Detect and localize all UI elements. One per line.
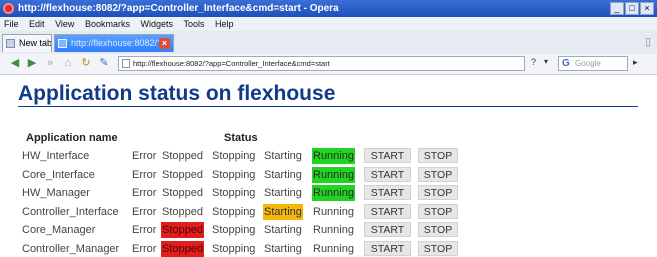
reload-icon[interactable]: ↻ — [79, 56, 93, 71]
menu-widgets[interactable]: Widgets — [136, 17, 177, 31]
status-running: Running — [312, 148, 355, 164]
app-name: HW_Interface — [22, 150, 90, 162]
status-error: Error — [132, 242, 157, 255]
tab-new[interactable]: New tab — [2, 34, 52, 52]
chevron-down-icon[interactable]: ▾ — [544, 57, 548, 66]
page-icon — [6, 39, 15, 48]
status-stopped: Stopped — [161, 240, 204, 257]
status-running: Running — [312, 166, 355, 183]
app-name: Controller_Interface — [22, 205, 119, 218]
window-title-bar: http://flexhouse:8082/?app=Controller_In… — [0, 0, 657, 17]
menu-bar: File Edit View Bookmarks Widgets Tools H… — [0, 17, 657, 31]
address-url: http://flexhouse:8082/?app=Controller_In… — [133, 59, 330, 68]
start-button[interactable]: START — [364, 222, 411, 237]
page-content: Application status on flexhouse Applicat… — [0, 75, 657, 257]
stop-button[interactable]: STOP — [418, 166, 458, 182]
google-icon: G — [562, 58, 570, 69]
stop-button[interactable]: STOP — [418, 148, 458, 163]
menu-view[interactable]: View — [51, 17, 78, 31]
status-stopping: Stopping — [212, 205, 256, 218]
tab-label: New tab — [19, 38, 52, 48]
start-button[interactable]: START — [364, 240, 411, 256]
column-header-status: Status — [224, 132, 258, 144]
maximize-button[interactable]: □ — [625, 2, 639, 15]
status-error: Error — [132, 224, 157, 236]
navigation-bar: ◀ ▶ » ⌂ ↻ ✎ http://flexhouse:8082/?app=C… — [0, 54, 657, 75]
close-button[interactable]: × — [640, 2, 654, 15]
opera-logo-icon — [3, 3, 14, 14]
start-button[interactable]: START — [364, 203, 411, 219]
tab-label: http://flexhouse:8082/?... — [71, 38, 170, 48]
status-stopped: Stopped — [162, 187, 203, 199]
edit-icon[interactable]: ✎ — [97, 56, 111, 71]
tab-active[interactable]: http://flexhouse:8082/?... × — [54, 34, 174, 52]
status-error: Error — [132, 187, 157, 199]
status-stopping: Stopping — [212, 168, 256, 181]
status-running: Running — [313, 242, 354, 255]
table-row: Controller_Manager Error Stopped Stopping St… — [0, 240, 657, 257]
table-row: HW_Interface Error Stopped Stopping Starting… — [0, 148, 657, 164]
status-stopped: Stopped — [162, 150, 203, 162]
page-icon — [122, 59, 130, 68]
status-stopping: Stopping — [212, 224, 256, 236]
menu-help[interactable]: Help — [211, 17, 238, 31]
stop-button[interactable]: STOP — [418, 240, 458, 256]
table-row: Core_Interface Error Stopped Stopping Starti… — [0, 166, 657, 183]
status-running: Running — [312, 185, 355, 201]
status-starting: Starting — [263, 203, 303, 220]
address-bar[interactable]: http://flexhouse:8082/?app=Controller_In… — [118, 56, 525, 71]
status-stopping: Stopping — [212, 150, 256, 162]
tab-bar: New tab http://flexhouse:8082/?... × ▯ — [0, 31, 657, 55]
start-button[interactable]: START — [364, 148, 411, 163]
start-button[interactable]: START — [364, 166, 411, 182]
status-stopped: Stopped — [161, 222, 204, 238]
status-running: Running — [313, 224, 354, 236]
start-button[interactable]: START — [364, 185, 411, 200]
page-title: Application status on flexhouse — [18, 82, 336, 105]
stop-button[interactable]: STOP — [418, 203, 458, 219]
close-tab-icon[interactable]: × — [159, 38, 170, 49]
stop-button[interactable]: STOP — [418, 185, 458, 200]
trash-icon[interactable]: ▯ — [645, 35, 651, 48]
status-starting: Starting — [264, 187, 302, 199]
status-starting: Starting — [264, 150, 302, 162]
home-icon[interactable]: ⌂ — [61, 56, 75, 71]
status-stopping: Stopping — [212, 242, 256, 255]
title-divider — [18, 106, 638, 107]
status-error: Error — [132, 150, 157, 162]
forward-icon[interactable]: ▶ — [25, 56, 39, 71]
app-name: Core_Interface — [22, 168, 95, 181]
status-stopping: Stopping — [212, 187, 256, 199]
app-name: HW_Manager — [22, 187, 90, 199]
minimize-button[interactable]: _ — [610, 2, 624, 15]
table-row: Core_Manager Error Stopped Stopping Starting… — [0, 222, 657, 238]
status-starting: Starting — [264, 224, 302, 236]
column-header-name: Application name — [26, 132, 118, 144]
status-error: Error — [132, 168, 157, 181]
table-row: Controller_Interface Error Stopped Stopping… — [0, 203, 657, 220]
search-input[interactable]: G Google — [558, 56, 628, 71]
status-stopped: Stopped — [162, 168, 203, 181]
menu-edit[interactable]: Edit — [25, 17, 49, 31]
status-starting: Starting — [264, 168, 302, 181]
app-name: Controller_Manager — [22, 242, 120, 255]
status-error: Error — [132, 205, 157, 218]
window-title: http://flexhouse:8082/?app=Controller_In… — [18, 3, 339, 14]
help-icon[interactable]: ? — [531, 57, 536, 67]
status-starting: Starting — [264, 242, 302, 255]
menu-file[interactable]: File — [0, 17, 23, 31]
app-name: Core_Manager — [22, 224, 96, 236]
fast-forward-icon[interactable]: » — [43, 56, 57, 71]
status-stopped: Stopped — [162, 205, 203, 218]
table-row: HW_Manager Error Stopped Stopping Starting Ru… — [0, 185, 657, 201]
status-running: Running — [313, 205, 354, 218]
menu-bookmarks[interactable]: Bookmarks — [81, 17, 134, 31]
search-go-icon[interactable]: ▸ — [633, 57, 638, 68]
window-controls: _ □ × — [610, 2, 654, 15]
page-icon — [58, 39, 67, 48]
stop-button[interactable]: STOP — [418, 222, 458, 237]
menu-tools[interactable]: Tools — [180, 17, 209, 31]
back-icon[interactable]: ◀ — [8, 56, 22, 71]
search-placeholder: Google — [575, 59, 601, 68]
